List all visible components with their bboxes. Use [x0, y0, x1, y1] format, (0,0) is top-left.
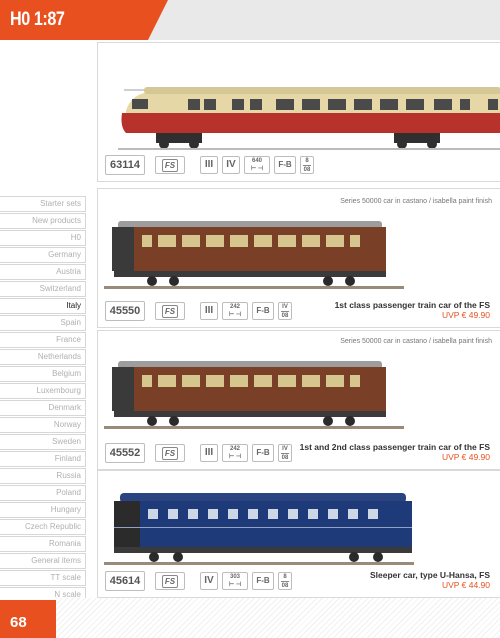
fraction-badge: IV 08	[278, 302, 292, 320]
fraction-badge: 8 08	[278, 572, 292, 590]
page-number: 68	[10, 614, 27, 631]
product-photo-coach	[104, 353, 500, 441]
product-name: 1st and 2nd class passenger train car of…	[299, 442, 490, 452]
sidebar-item-poland[interactable]: Poland	[0, 485, 86, 501]
page-header: H0 1:87	[0, 0, 500, 40]
coupling-badge: F-B	[252, 302, 274, 320]
product-note: Series 50000 car in castano / isabella p…	[340, 338, 492, 345]
article-number: 45550	[105, 301, 145, 321]
coupling-badge: F-B	[252, 444, 274, 462]
product-info-row: 63114 FS III IV 640 ⊢ ⊣ F-B 8 08	[105, 155, 500, 175]
product-info-row: 45550 FS III 242 ⊢ ⊣ F-B IV 08 1st class p…	[105, 300, 500, 321]
product-photo-coach	[104, 213, 500, 299]
length-over-buffers-icon: 303 ⊢ ⊣	[222, 572, 248, 590]
coupling-badge: F-B	[274, 156, 296, 174]
product-price: UVP € 44.90	[441, 580, 490, 590]
railway-fs-logo: FS	[155, 156, 185, 174]
coupling-badge: F-B	[252, 572, 274, 590]
product-card-45552[interactable]: Series 50000 car in castano / isabella p…	[97, 330, 500, 470]
sidebar-item-sweden[interactable]: Sweden	[0, 434, 86, 450]
railway-fs-logo: FS	[155, 302, 185, 320]
footer-pattern	[56, 598, 500, 638]
railway-fs-logo: FS	[155, 572, 185, 590]
product-photo-railcar	[104, 49, 500, 155]
sidebar-item-germany[interactable]: Germany	[0, 247, 86, 263]
product-info-row: 45614 FS IV 303 ⊢ ⊣ F-B 8 08 Sleeper car, …	[105, 570, 500, 591]
sidebar-item-czech-republic[interactable]: Czech Republic	[0, 519, 86, 535]
sidebar-item-new-products[interactable]: New products	[0, 213, 86, 229]
section-title: H0 1:87	[10, 9, 65, 30]
length-over-buffers-icon: 242 ⊢ ⊣	[222, 302, 248, 320]
sidebar-item-russia[interactable]: Russia	[0, 468, 86, 484]
product-photo-sleeper-car	[104, 487, 500, 569]
product-price: UVP € 49.90	[441, 452, 490, 462]
sidebar-item-denmark[interactable]: Denmark	[0, 400, 86, 416]
epoch-badge: III	[200, 302, 218, 320]
sidebar-item-spain[interactable]: Spain	[0, 315, 86, 331]
product-price: UVP € 49.90	[441, 310, 490, 320]
product-name: Sleeper car, type U-Hansa, FS	[370, 570, 490, 580]
product-info-row: 45552 FS III 242 ⊢ ⊣ F-B IV 08 1st and 2nd…	[105, 442, 500, 463]
railway-fs-logo: FS	[155, 444, 185, 462]
sidebar-item-norway[interactable]: Norway	[0, 417, 86, 433]
sidebar-item-switzerland[interactable]: Switzerland	[0, 281, 86, 297]
sidebar-item-belgium[interactable]: Belgium	[0, 366, 86, 382]
sidebar-item-starter-sets[interactable]: Starter sets	[0, 196, 86, 212]
sidebar-item-italy[interactable]: Italy	[0, 298, 86, 314]
epoch-badge: III	[200, 444, 218, 462]
sidebar-item-romania[interactable]: Romania	[0, 536, 86, 552]
fraction-badge: IV 08	[278, 444, 292, 462]
article-number: 45552	[105, 443, 145, 463]
length-over-buffers-icon: 640 ⊢ ⊣	[244, 156, 270, 174]
article-number: 63114	[105, 155, 145, 175]
sidebar-item-tt-scale[interactable]: TT scale	[0, 570, 86, 586]
epoch-badge: III	[200, 156, 218, 174]
sidebar-item-austria[interactable]: Austria	[0, 264, 86, 280]
sidebar-item-finland[interactable]: Finland	[0, 451, 86, 467]
product-name: 1st class passenger train car of the FS	[334, 300, 490, 310]
product-card-45614[interactable]: 45614 FS IV 303 ⊢ ⊣ F-B 8 08 Sleeper car, …	[97, 470, 500, 598]
sidebar-item-netherlands[interactable]: Netherlands	[0, 349, 86, 365]
epoch-badge: IV	[200, 572, 218, 590]
article-number: 45614	[105, 571, 145, 591]
page-number-tab: 68	[0, 600, 56, 638]
sidebar-item-france[interactable]: France	[0, 332, 86, 348]
product-card-63114[interactable]: 63114 FS III IV 640 ⊢ ⊣ F-B 8 08	[97, 42, 500, 182]
sidebar-item-hungary[interactable]: Hungary	[0, 502, 86, 518]
product-note: Series 50000 car in castano / isabella p…	[340, 198, 492, 205]
epoch-badge: IV	[222, 156, 240, 174]
section-tab: H0 1:87	[0, 0, 168, 40]
product-card-45550[interactable]: Series 50000 car in castano / isabella p…	[97, 188, 500, 328]
length-over-buffers-icon: 242 ⊢ ⊣	[222, 444, 248, 462]
fraction-badge: 8 08	[300, 156, 314, 174]
sidebar-item-general-items[interactable]: General items	[0, 553, 86, 569]
sidebar-item-h0[interactable]: H0	[0, 230, 86, 246]
sidebar-item-luxembourg[interactable]: Luxembourg	[0, 383, 86, 399]
